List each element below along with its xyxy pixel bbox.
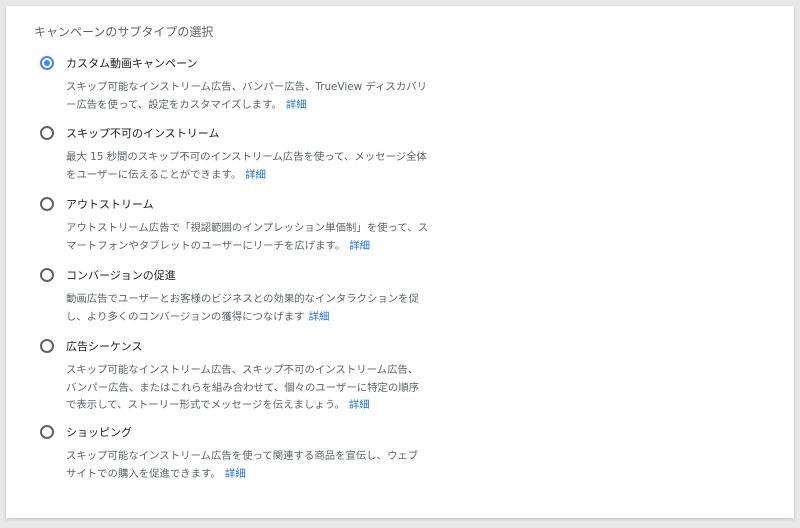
- option-label: スキップ不可のインストリーム: [66, 127, 220, 140]
- option-custom-video: カスタム動画キャンペーン スキップ可能なインストリーム広告、バンパー広告、Tru…: [40, 54, 430, 124]
- option-description: 動画広告でユーザーとお客様のビジネスとの効果的なインタラクションを促し、より多く…: [66, 291, 428, 326]
- option-label: アウトストリーム: [66, 198, 154, 211]
- radio-outstream[interactable]: [40, 197, 54, 211]
- option-description: 最大 15 秒間のスキップ不可のインストリーム広告を使って、メッセージ全体をユー…: [66, 149, 428, 184]
- radio-drive-conversions[interactable]: [40, 268, 54, 282]
- more-link[interactable]: 詳細: [309, 311, 330, 323]
- subtype-options: カスタム動画キャンペーン スキップ可能なインストリーム広告、バンパー広告、Tru…: [40, 54, 430, 483]
- option-drive-conversions: コンバージョンの促進 動画広告でユーザーとお客様のビジネスとの効果的なインタラク…: [40, 266, 430, 337]
- option-non-skippable: スキップ不可のインストリーム 最大 15 秒間のスキップ不可のインストリーム広告…: [40, 124, 430, 195]
- option-shopping: ショッピング スキップ可能なインストリーム広告を使って関連する商品を宣伝し、ウェ…: [40, 423, 430, 483]
- more-link[interactable]: 詳細: [349, 399, 370, 411]
- option-drive-conversions-header[interactable]: コンバージョンの促進: [40, 266, 430, 284]
- more-link[interactable]: 詳細: [286, 99, 307, 111]
- option-outstream: アウトストリーム アウトストリーム広告で「視認範囲のインプレッション単価制」を使…: [40, 195, 430, 266]
- option-description: アウトストリーム広告で「視認範囲のインプレッション単価制」を使って、スマートフォ…: [66, 220, 428, 255]
- radio-ad-sequence[interactable]: [40, 339, 54, 353]
- option-shopping-header[interactable]: ショッピング: [40, 423, 430, 441]
- campaign-subtype-card: キャンペーンのサブタイプの選択 カスタム動画キャンペーン スキップ可能なインスト…: [6, 6, 794, 518]
- description-text: アウトストリーム広告で「視認範囲のインプレッション単価制」を使って、スマートフォ…: [66, 222, 429, 252]
- more-link[interactable]: 詳細: [225, 468, 246, 480]
- option-ad-sequence: 広告シーケンス スキップ可能なインストリーム広告、スキップ不可のインストリーム広…: [40, 337, 430, 423]
- description-text: 動画広告でユーザーとお客様のビジネスとの効果的なインタラクションを促し、より多く…: [66, 293, 419, 323]
- option-label: 広告シーケンス: [66, 340, 143, 353]
- option-outstream-header[interactable]: アウトストリーム: [40, 195, 430, 213]
- option-custom-video-header[interactable]: カスタム動画キャンペーン: [40, 54, 430, 72]
- option-description: スキップ可能なインストリーム広告、バンパー広告、TrueView ディスカバリー…: [66, 79, 428, 114]
- option-label: ショッピング: [66, 426, 132, 439]
- option-description: スキップ可能なインストリーム広告、スキップ不可のインストリーム広告、バンパー広告…: [66, 362, 428, 415]
- section-title: キャンペーンのサブタイプの選択: [34, 25, 214, 39]
- radio-non-skippable[interactable]: [40, 126, 54, 140]
- option-label: カスタム動画キャンペーン: [66, 57, 198, 70]
- description-text: スキップ可能なインストリーム広告、バンパー広告、TrueView ディスカバリー…: [66, 81, 428, 111]
- option-description: スキップ可能なインストリーム広告を使って関連する商品を宣伝し、ウェブサイトでの購…: [66, 448, 428, 483]
- option-non-skippable-header[interactable]: スキップ不可のインストリーム: [40, 124, 430, 142]
- option-ad-sequence-header[interactable]: 広告シーケンス: [40, 337, 430, 355]
- radio-shopping[interactable]: [40, 425, 54, 439]
- more-link[interactable]: 詳細: [245, 169, 266, 181]
- radio-custom-video[interactable]: [40, 56, 54, 70]
- more-link[interactable]: 詳細: [349, 240, 370, 252]
- option-label: コンバージョンの促進: [66, 269, 176, 282]
